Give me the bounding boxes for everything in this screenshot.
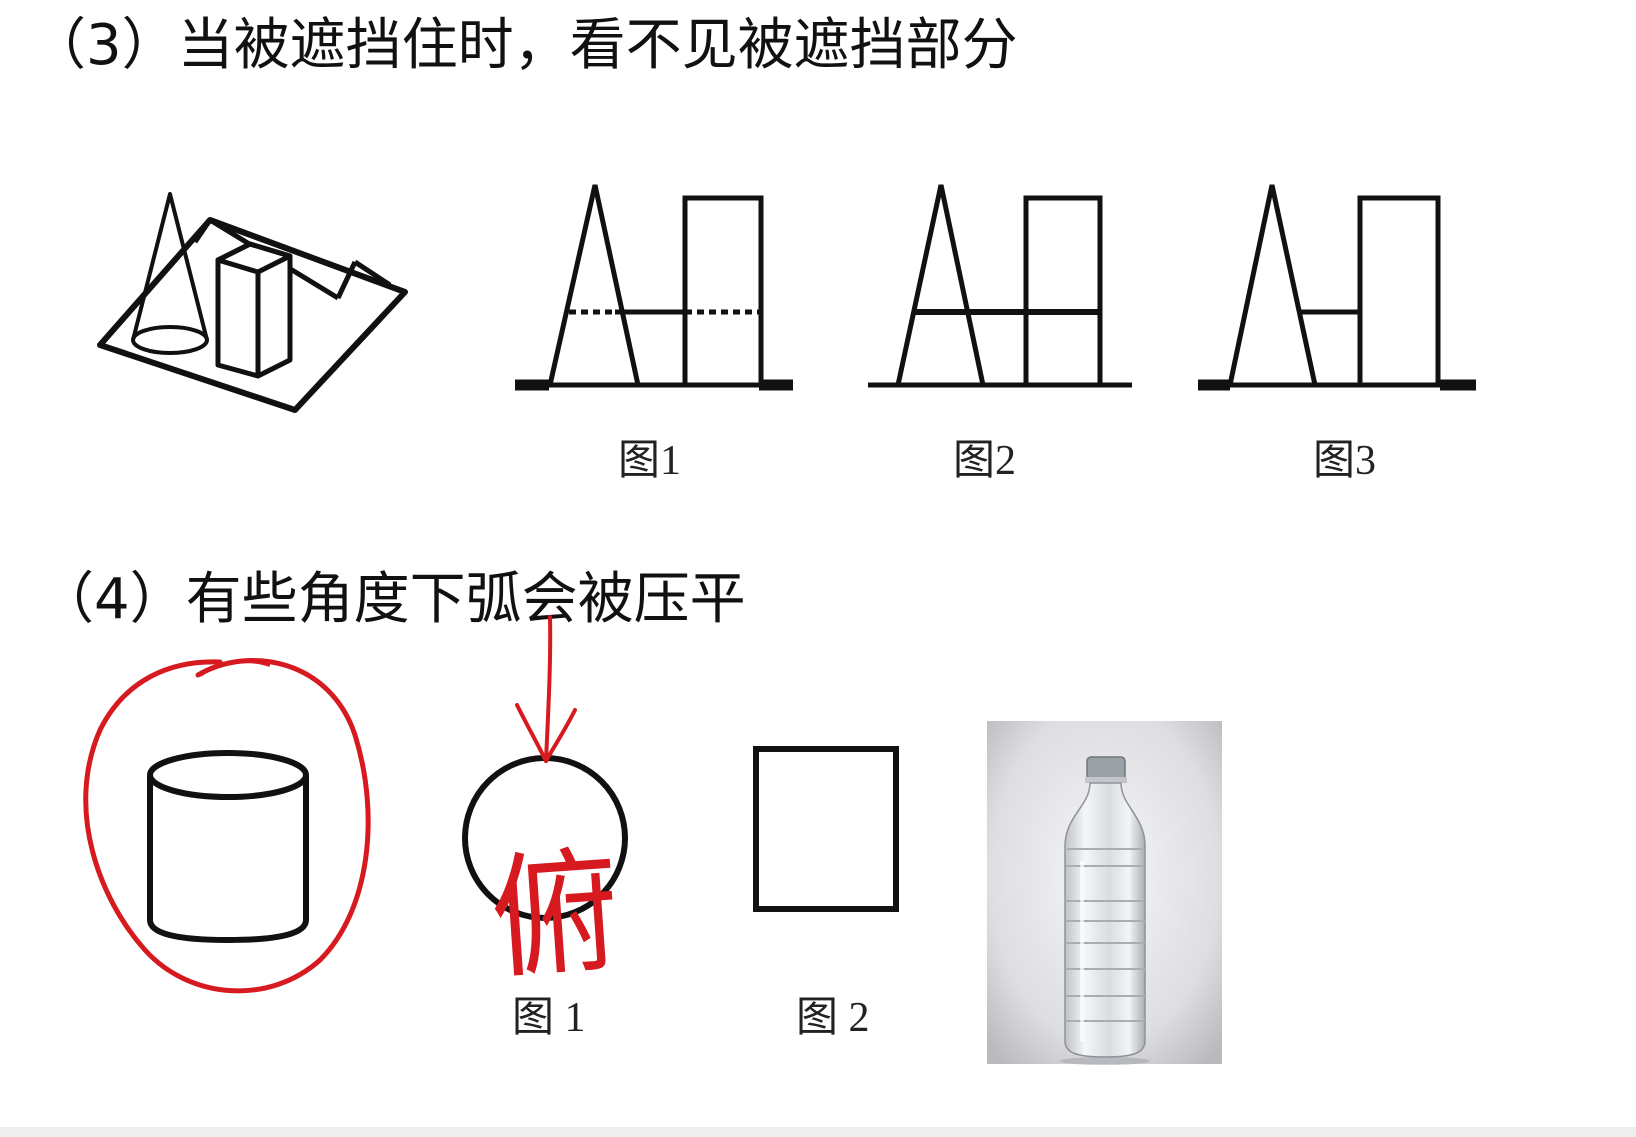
water-bottle-photo [987, 721, 1222, 1065]
square-front-view [753, 746, 899, 912]
solids-3d-illustration [97, 192, 408, 413]
figure-label-4-2: 图 2 [796, 995, 870, 1041]
handwritten-annotation-fu: 俯 [486, 832, 625, 999]
cylinder-illustration [83, 658, 371, 994]
figure-label-3-2: 图2 [953, 438, 1017, 484]
bottom-strip [0, 1127, 1636, 1137]
figure-label-3-1: 图1 [618, 438, 682, 484]
occlusion-figure-1 [515, 184, 793, 391]
figure-label-4-1: 图 1 [512, 995, 586, 1041]
figure-label-3-3: 图3 [1313, 438, 1377, 484]
occlusion-figure-3 [1198, 184, 1476, 391]
red-arrow-annotation [544, 615, 553, 763]
section3-heading: （3）当被遮挡住时，看不见被遮挡部分 [30, 13, 1018, 78]
occlusion-figure-2 [868, 184, 1132, 388]
